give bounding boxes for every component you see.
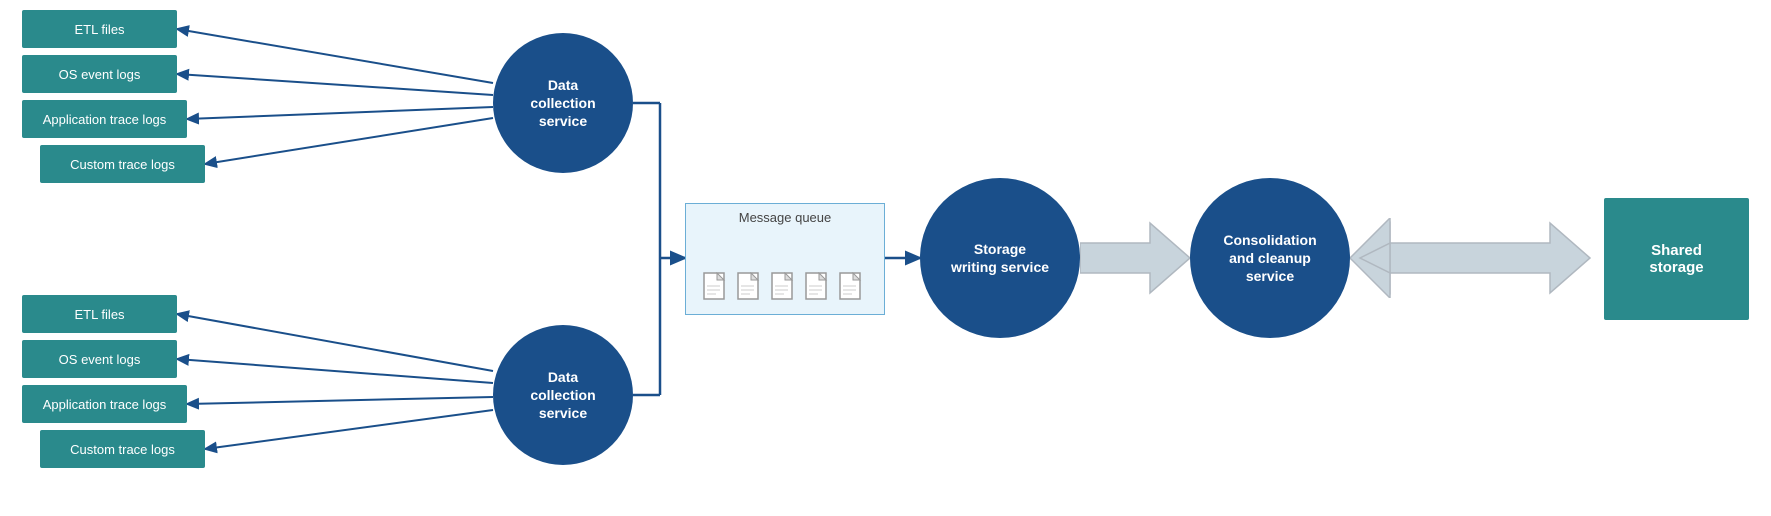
app-trace-logs-box-top: Application trace logs [22,100,187,138]
architecture-diagram: ETL files OS event logs Application trac… [0,0,1771,516]
message-queue-label: Message queue [686,210,884,225]
data-collection-circle-top: Datacollectionservice [493,33,633,173]
doc-icon-3 [771,272,799,306]
doc-icon-5 [839,272,867,306]
data-collection-circle-bottom: Datacollectionservice [493,325,633,465]
doc-icons-row [703,272,867,306]
doc-icon-2 [737,272,765,306]
consolidation-circle: Consolidationand cleanupservice [1190,178,1350,338]
custom-trace-logs-box-top: Custom trace logs [40,145,205,183]
os-event-logs-box-bottom: OS event logs [22,340,177,378]
double-arrow [1350,218,1610,298]
doc-icon-4 [805,272,833,306]
os-event-logs-box-top: OS event logs [22,55,177,93]
etl-files-box-bottom: ETL files [22,295,177,333]
storage-writing-circle: Storagewriting service [920,178,1080,338]
message-queue-box: Message queue [685,203,885,315]
right-arrow-1 [1080,218,1190,298]
etl-files-box-top: ETL files [22,10,177,48]
doc-icon-1 [703,272,731,306]
app-trace-logs-box-bottom: Application trace logs [22,385,187,423]
custom-trace-logs-box-bottom: Custom trace logs [40,430,205,468]
shared-storage-box: Sharedstorage [1604,198,1749,320]
